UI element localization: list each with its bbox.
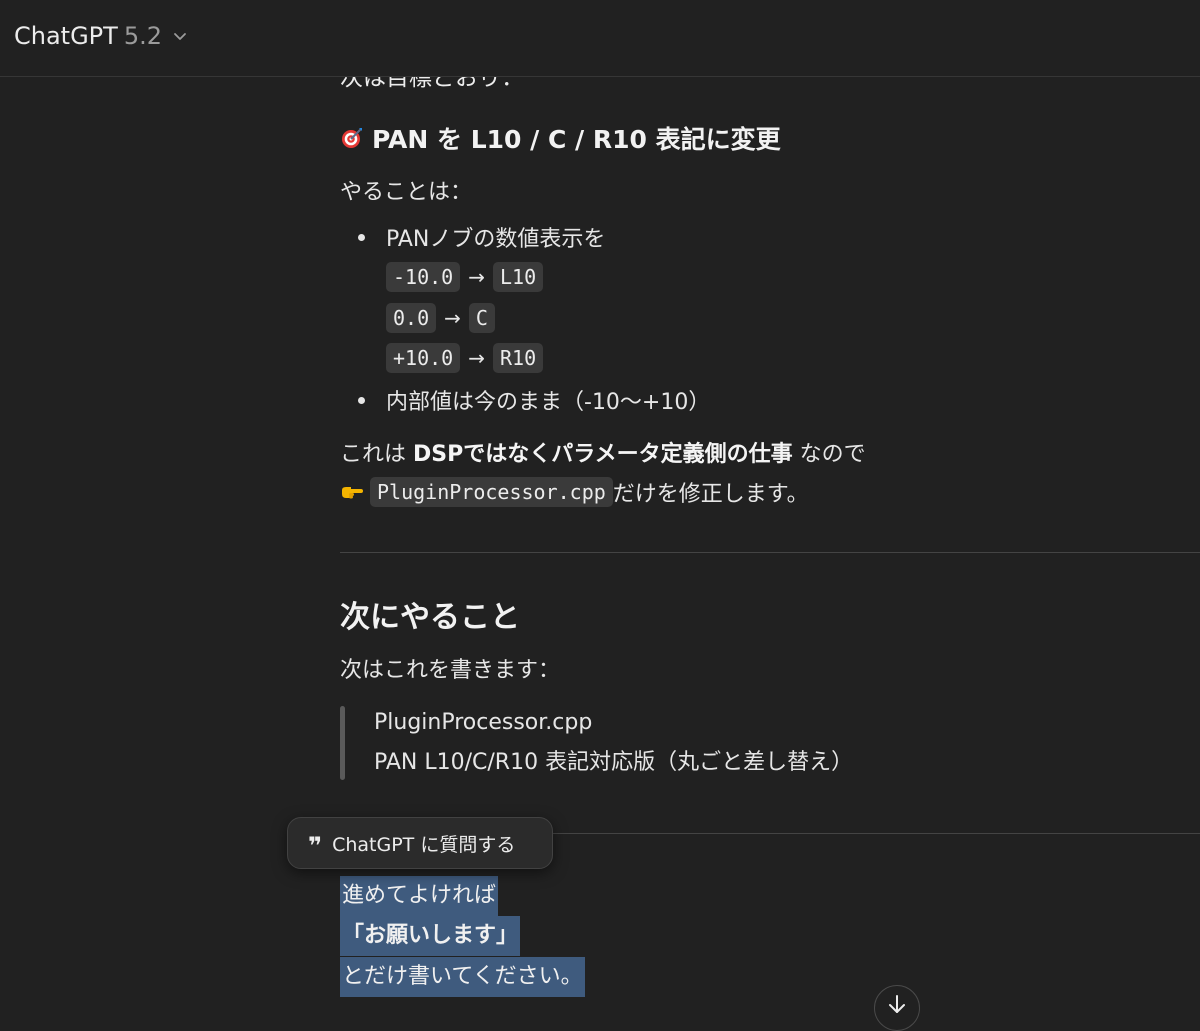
chevron-down-icon [174,33,186,40]
code-inline: R10 [492,343,544,373]
note-line-2-suffix: だけを修正します。 [612,482,809,507]
selected-text-line-2[interactable]: 「お願いします」 [340,916,521,956]
model-name: ChatGPT [14,22,118,50]
arrow-right-icon: → [444,306,461,330]
quote-line-2: PAN L10/C/R10 表記対応版（丸ごと差し替え） [374,750,854,775]
arrow-right-icon: → [468,265,485,289]
quote-line-1: PluginProcessor.cpp [374,710,593,735]
mapping-row-center: 0.0 → C [386,303,495,333]
code-inline: -10.0 [386,262,461,292]
target-heading: PAN を L10 / C / R10 表記に変更 [340,120,781,156]
top-bar: ChatGPT 5.2 [0,0,1200,77]
selected-text-line-1[interactable]: 進めてよければ [340,876,499,916]
next-heading: 次にやること [340,600,520,635]
todo-label: やることは： [340,180,473,205]
note-prefix: これは [340,442,413,467]
bullet-dot [358,397,365,404]
dart-target-icon [342,128,362,148]
next-intro: 次はこれを書きます： [340,658,561,683]
blockquote: PluginProcessor.cpp PAN L10/C/R10 表記対応版（… [340,706,940,780]
mapping-row-right: +10.0 → R10 [386,343,544,373]
code-inline: +10.0 [386,343,461,373]
arrow-right-icon: → [468,346,485,370]
model-switcher-button[interactable]: ChatGPT 5.2 [14,22,188,50]
mapping-row-left: -10.0 → L10 [386,262,544,292]
model-version: 5.2 [123,22,162,50]
quote-icon: ❞ [308,832,323,860]
arrow-down-icon [889,995,905,1013]
target-heading-text: PAN を L10 / C / R10 表記に変更 [372,125,781,154]
bullet-text-2: 内部値は今のまま（-10〜+10） [386,390,711,415]
bullet-text-1: PANノブの数値表示を [386,227,606,252]
divider [340,552,1200,553]
note-suffix: なので [792,442,866,467]
ask-chatgpt-label: ChatGPT に質問する [332,833,516,856]
note-line-1: これは DSPではなくパラメータ定義側の仕事 なので [340,436,866,468]
code-inline-filename: PluginProcessor.cpp [370,477,613,507]
scroll-to-bottom-button[interactable] [874,985,920,1031]
note-line-2: PluginProcessor.cpp だけを修正します。 [340,476,809,508]
blockquote-bar [340,706,345,780]
selected-text-line-3[interactable]: とだけ書いてください。 [340,957,585,997]
pointing-hand-icon [342,487,363,499]
code-inline: 0.0 [386,303,437,333]
ask-chatgpt-button[interactable]: ❞ ChatGPT に質問する [287,817,553,869]
code-inline: L10 [492,262,544,292]
code-inline: C [468,303,495,333]
bullet-dot [358,234,365,241]
note-bold: DSPではなくパラメータ定義側の仕事 [413,442,793,467]
